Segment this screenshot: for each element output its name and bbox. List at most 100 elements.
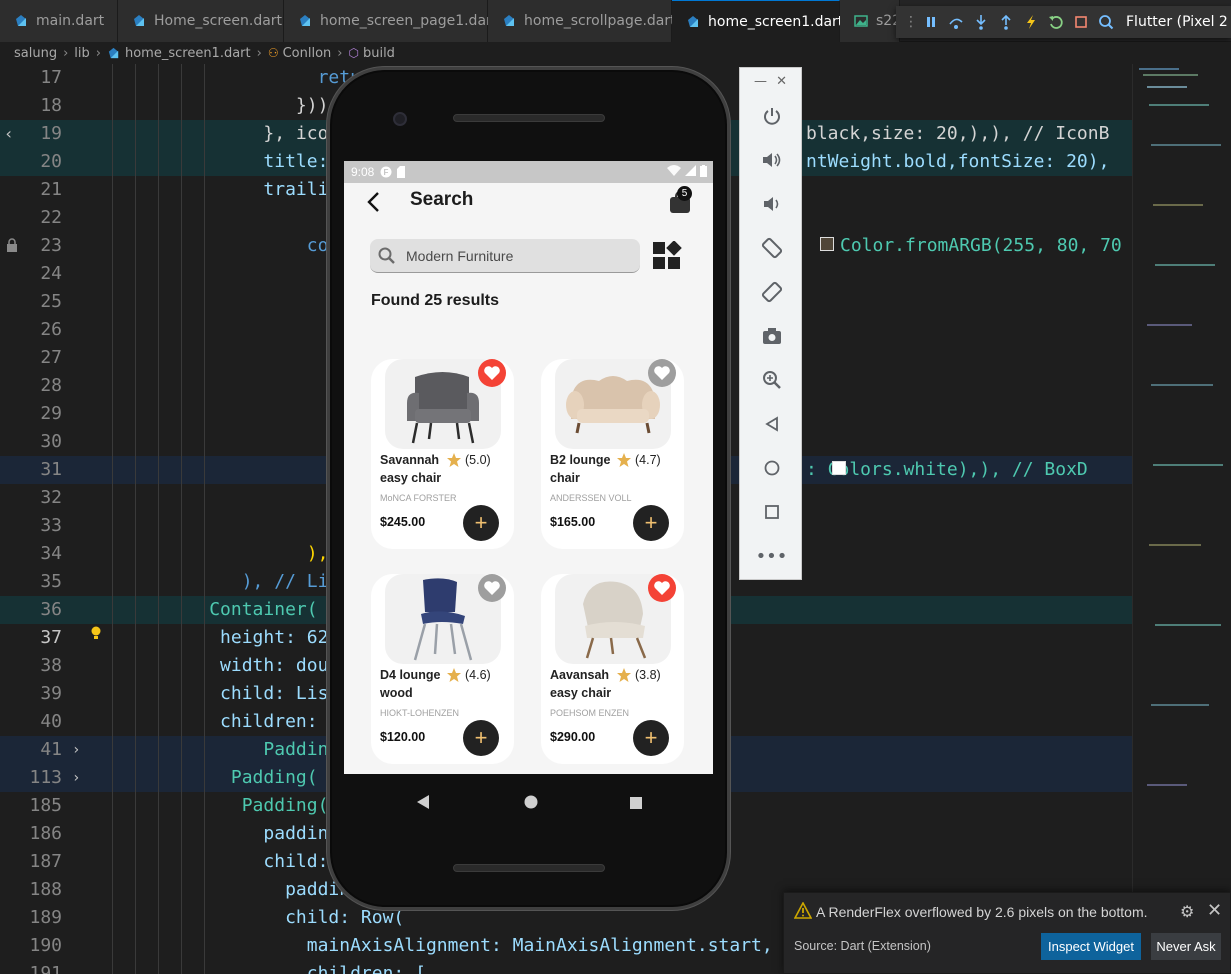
more-icon[interactable]: ••• [740, 534, 803, 578]
overview-icon[interactable] [740, 490, 803, 534]
volume-up-icon[interactable] [740, 138, 803, 182]
tab-home-screen1[interactable]: home_screen1.dart ✕ [672, 0, 869, 42]
cart-badge: 5 [677, 186, 692, 201]
status-bar: 9:08 F [344, 161, 713, 183]
zoom-icon[interactable] [740, 358, 803, 402]
line-number: 29 [40, 403, 62, 424]
hot-reload-icon[interactable] [1018, 10, 1043, 34]
inspect-widget-button[interactable]: Inspect Widget [1041, 933, 1141, 960]
devtools-search-icon[interactable] [1093, 10, 1118, 34]
heart-icon [484, 366, 500, 380]
star-icon [447, 453, 461, 467]
add-to-cart-button[interactable]: + [463, 720, 499, 756]
product-card[interactable]: Aavansah easy chair (3.8) POEHSOM ENZEN … [541, 574, 684, 764]
tab-home-scrollpage[interactable]: home_scrollpage.dart [488, 0, 676, 42]
color-swatch[interactable] [820, 237, 834, 251]
line-number: 20 [40, 151, 62, 172]
breadcrumb-item[interactable]: home_screen1.dart [125, 46, 251, 61]
lightbulb-icon[interactable] [90, 624, 102, 645]
close-icon[interactable]: ✕ [776, 74, 787, 89]
home-icon[interactable] [740, 446, 803, 490]
step-out-icon[interactable] [993, 10, 1018, 34]
favorite-button[interactable] [648, 574, 676, 602]
favorite-button[interactable] [648, 359, 676, 387]
close-icon[interactable]: ✕ [1207, 900, 1222, 921]
code-text: ), // [90, 543, 361, 564]
search-bar[interactable] [370, 239, 640, 273]
plus-icon: + [474, 725, 488, 750]
heart-icon [654, 366, 670, 380]
code-text: : Colors.white),), // BoxD [806, 459, 1088, 480]
sim-icon [396, 166, 406, 178]
product-card[interactable]: B2 lounge chair (4.7) ANDERSSEN VOLL $16… [541, 359, 684, 549]
code-text: padding: [90, 823, 351, 844]
breadcrumb-item[interactable]: build [363, 46, 395, 61]
color-swatch[interactable] [832, 461, 846, 475]
dart-file-icon [107, 47, 120, 60]
restart-icon[interactable] [1043, 10, 1068, 34]
notification-icon: F [380, 166, 392, 178]
rotate-left-icon[interactable] [740, 226, 803, 270]
add-to-cart-button[interactable]: + [463, 505, 499, 541]
front-camera [393, 112, 407, 126]
line-number: 38 [40, 655, 62, 676]
breadcrumb-item[interactable]: lib [74, 46, 89, 61]
android-nav-bar [405, 790, 665, 814]
product-name: B2 lounge chair [550, 453, 611, 485]
code-text: chi [90, 207, 361, 228]
gear-icon[interactable]: ⚙ [1180, 902, 1194, 922]
back-arrow-icon[interactable] [366, 191, 380, 218]
favorite-button[interactable] [478, 574, 506, 602]
tab-main-dart[interactable]: main.dart [0, 0, 118, 42]
plus-icon: + [644, 725, 658, 750]
code-text: padding [90, 879, 361, 900]
category-filter-button[interactable] [652, 240, 682, 271]
tab-home-screen[interactable]: Home_screen.dart [118, 0, 284, 42]
tab-s222[interactable]: s222 [840, 0, 910, 42]
breadcrumb: salung › lib › home_screen1.dart › ⚇ Conllo… [0, 42, 1231, 64]
widgets-icon [653, 240, 682, 269]
line-number: 186 [29, 823, 62, 844]
code-text: title: Te [90, 151, 361, 172]
code-text: child: Pa [90, 851, 361, 872]
nav-back-icon[interactable] [415, 794, 431, 814]
line-number: 31 [40, 459, 62, 480]
add-to-cart-button[interactable]: + [633, 505, 669, 541]
line-number: 21 [40, 179, 62, 200]
chevron-right-icon: › [337, 45, 343, 61]
chevron-right-icon[interactable]: › [72, 736, 80, 764]
stop-icon[interactable] [1068, 10, 1093, 34]
minimap[interactable] [1132, 64, 1231, 974]
nav-recents-icon[interactable] [629, 795, 643, 814]
shopping-bag-button[interactable]: 5 [669, 186, 692, 213]
speaker-grille [453, 864, 605, 872]
step-over-icon[interactable] [943, 10, 968, 34]
tab-home-screen-page1[interactable]: home_screen_page1.dart [284, 0, 497, 42]
signal-icon [685, 165, 696, 179]
power-icon[interactable] [740, 94, 803, 138]
code-text: cons [90, 235, 351, 256]
search-input[interactable] [406, 246, 626, 266]
product-card[interactable]: D4 lounge wood (4.6) HIOKT-LOHENZEN $120… [371, 574, 514, 764]
never-ask-button[interactable]: Never Ask [1151, 933, 1221, 960]
back-icon[interactable] [740, 402, 803, 446]
step-into-icon[interactable] [968, 10, 993, 34]
favorite-button[interactable] [478, 359, 506, 387]
chevron-left-icon[interactable]: ‹ [4, 124, 14, 143]
product-card[interactable]: Savannah easy chair (5.0) MoNCA FORSTER … [371, 359, 514, 549]
drag-handle-icon[interactable]: ⋮ [904, 10, 918, 34]
rotate-right-icon[interactable] [740, 270, 803, 314]
product-brand: ANDERSSEN VOLL [550, 493, 632, 503]
volume-down-icon[interactable] [740, 182, 803, 226]
star-icon [447, 668, 461, 682]
minimize-icon[interactable]: — [754, 74, 767, 89]
breadcrumb-item[interactable]: salung [14, 46, 57, 61]
add-to-cart-button[interactable]: + [633, 720, 669, 756]
pause-icon[interactable] [918, 10, 943, 34]
camera-icon[interactable] [740, 314, 803, 358]
device-selector[interactable]: Flutter (Pixel 2 [1126, 14, 1228, 30]
nav-home-icon[interactable] [523, 794, 539, 814]
breadcrumb-item[interactable]: Conllon [283, 46, 332, 61]
chevron-right-icon[interactable]: › [72, 764, 80, 792]
rating-value: (4.6) [465, 668, 491, 682]
